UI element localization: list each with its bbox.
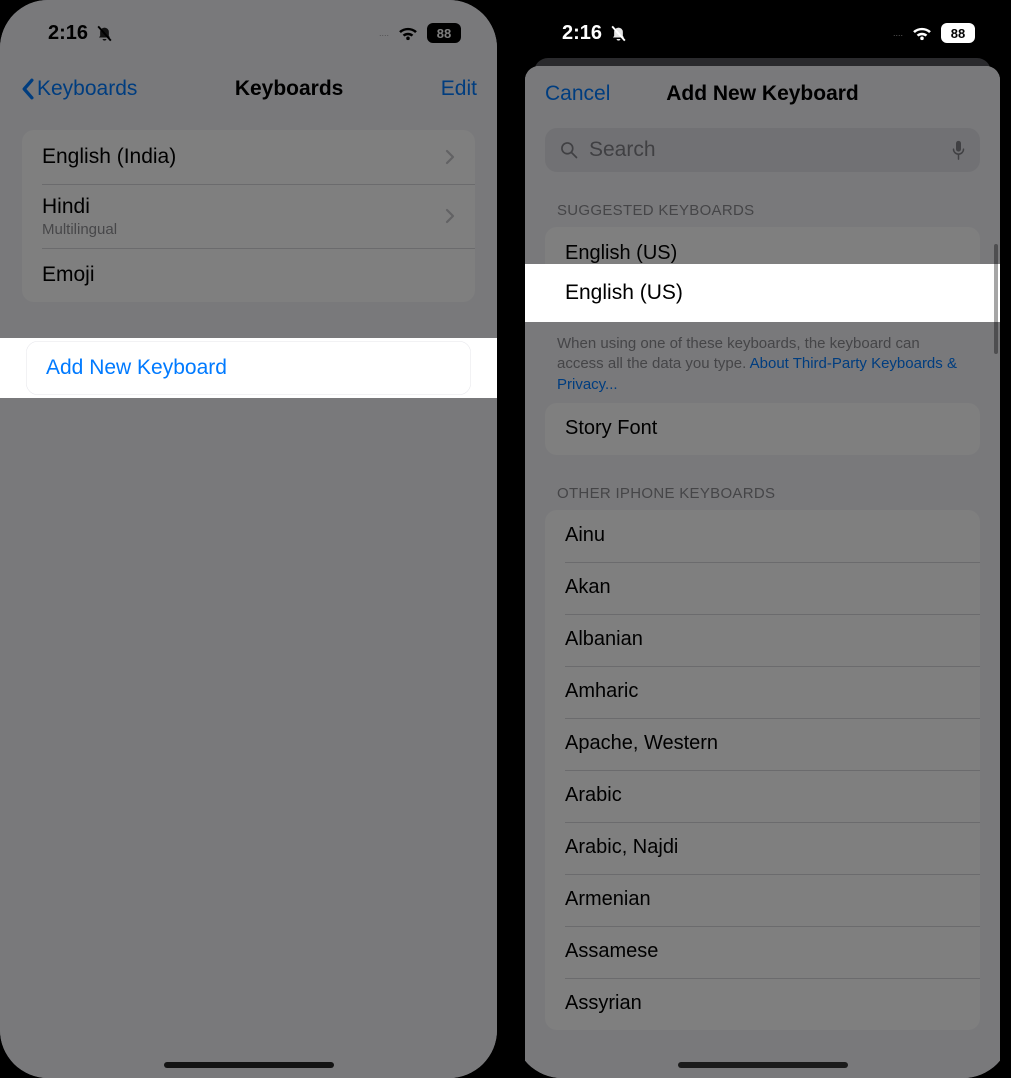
scroll-indicator[interactable]: [994, 244, 998, 354]
suggested-keyboard-english-us-highlighted[interactable]: English (US): [545, 264, 980, 322]
keyboard-name: English (US): [565, 242, 677, 265]
other-keyboard-row[interactable]: Arabic: [545, 770, 980, 822]
keyboard-name: Amharic: [565, 680, 638, 703]
status-bar: 2:16 .... 88: [0, 8, 497, 58]
add-new-keyboard-screen: 2:16 .... 88 Cancel Add New Keyboard Sea…: [514, 0, 1011, 1078]
keyboard-name: Hindi: [42, 195, 117, 219]
other-keyboard-row[interactable]: Armenian: [545, 874, 980, 926]
status-bar: 2:16 .... 88: [514, 8, 1011, 58]
keyboard-name: Apache, Western: [565, 732, 718, 755]
battery-indicator: 88: [427, 23, 461, 43]
status-right: .... 88: [893, 23, 975, 43]
keyboard-name: Arabic: [565, 784, 622, 807]
other-keyboard-row[interactable]: Amharic: [545, 666, 980, 718]
add-keyboard-label: Add New Keyboard: [46, 356, 227, 380]
keyboard-row-emoji[interactable]: Emoji: [22, 248, 475, 302]
keyboard-name: Akan: [565, 576, 611, 599]
chevron-right-icon: [445, 149, 455, 165]
other-keyboard-row[interactable]: Assamese: [545, 926, 980, 978]
keyboard-name: Assamese: [565, 940, 658, 963]
third-party-description: When using one of these keyboards, the k…: [557, 334, 968, 395]
status-time: 2:16: [562, 22, 628, 45]
back-button[interactable]: Keyboards: [20, 77, 137, 101]
other-keyboards-group: Ainu Akan Albanian Amharic Apache, Weste…: [545, 510, 980, 1030]
chevron-right-icon: [445, 208, 455, 224]
other-keyboard-row[interactable]: Akan: [545, 562, 980, 614]
other-keyboard-row[interactable]: Ainu: [545, 510, 980, 562]
home-indicator[interactable]: [164, 1062, 334, 1068]
sheet-nav: Cancel Add New Keyboard: [525, 66, 1000, 122]
keyboard-name: Ainu: [565, 524, 605, 547]
cellular-dots: ....: [379, 28, 389, 38]
notifications-silenced-icon: [609, 24, 628, 43]
highlighted-row: English (US): [525, 264, 1000, 322]
keyboard-name: English (US): [565, 281, 683, 305]
mic-icon[interactable]: [951, 140, 966, 160]
chevron-left-icon: [20, 78, 35, 100]
other-header: OTHER IPHONE KEYBOARDS: [557, 485, 968, 502]
highlighted-row: Add New Keyboard: [0, 338, 497, 398]
search-placeholder: Search: [589, 138, 941, 162]
keyboards-list: English (India) Hindi Multilingual Emoji: [22, 130, 475, 302]
status-right: .... 88: [379, 23, 461, 43]
search-icon: [559, 140, 579, 160]
back-label: Keyboards: [37, 77, 137, 101]
keyboard-row-hindi[interactable]: Hindi Multilingual: [22, 184, 475, 248]
keyboard-name: English (India): [42, 145, 176, 169]
other-keyboard-row[interactable]: Apache, Western: [545, 718, 980, 770]
keyboard-name: Story Font: [565, 417, 657, 440]
wifi-icon: [911, 25, 933, 41]
suggested-header: SUGGESTED KEYBOARDS: [557, 202, 968, 219]
other-keyboard-row[interactable]: Albanian: [545, 614, 980, 666]
third-party-keyboard-story-font[interactable]: Story Font: [545, 403, 980, 455]
other-keyboard-row[interactable]: Arabic, Najdi: [545, 822, 980, 874]
status-time: 2:16: [48, 22, 114, 45]
keyboard-name: Arabic, Najdi: [565, 836, 678, 859]
cellular-dots: ....: [893, 28, 903, 38]
keyboard-name: Armenian: [565, 888, 651, 911]
keyboard-name: Emoji: [42, 263, 95, 287]
home-indicator[interactable]: [678, 1062, 848, 1068]
edit-button[interactable]: Edit: [441, 77, 477, 101]
keyboard-name: Assyrian: [565, 992, 642, 1015]
battery-indicator: 88: [941, 23, 975, 43]
time-text: 2:16: [48, 22, 88, 45]
add-new-keyboard-button-highlighted[interactable]: Add New Keyboard: [26, 341, 471, 395]
keyboard-subtitle: Multilingual: [42, 221, 117, 238]
sheet-title: Add New Keyboard: [666, 82, 859, 106]
page-title: Keyboards: [235, 77, 344, 101]
search-input[interactable]: Search: [545, 128, 980, 172]
cancel-button[interactable]: Cancel: [545, 82, 610, 106]
notifications-silenced-icon: [95, 24, 114, 43]
other-keyboard-row[interactable]: Assyrian: [545, 978, 980, 1030]
keyboard-name: Albanian: [565, 628, 643, 651]
keyboard-row-english-india[interactable]: English (India): [22, 130, 475, 184]
time-text: 2:16: [562, 22, 602, 45]
nav-bar: Keyboards Keyboards Edit: [0, 64, 497, 114]
third-party-keyboards-group: Story Font: [545, 403, 980, 455]
add-keyboard-sheet: Cancel Add New Keyboard Search SUGGESTED…: [525, 66, 1000, 1078]
wifi-icon: [397, 25, 419, 41]
keyboards-settings-screen: 2:16 .... 88 Keyboards Keyboards Edit En: [0, 0, 497, 1078]
